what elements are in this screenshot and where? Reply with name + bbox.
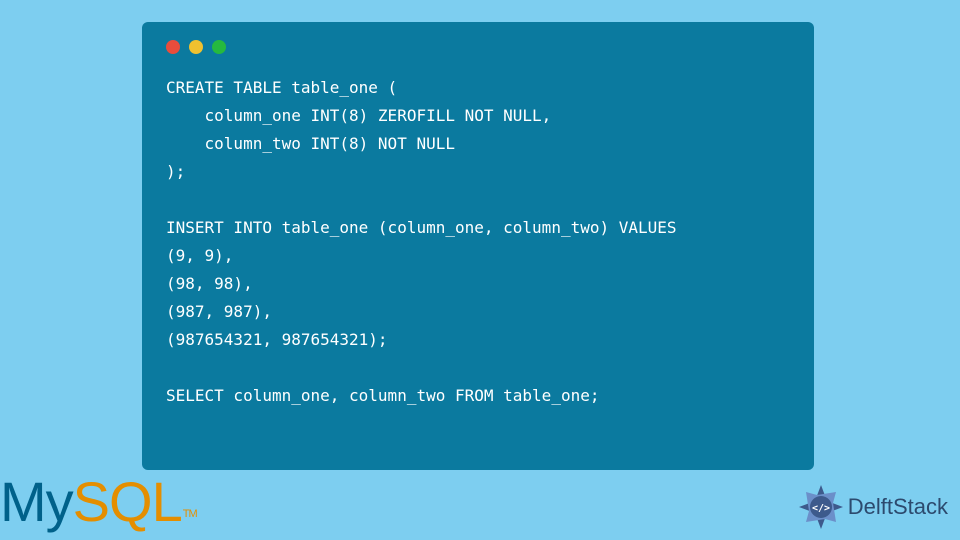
code-content: CREATE TABLE table_one ( column_one INT(… xyxy=(166,74,790,410)
mysql-tm-text: TM xyxy=(183,508,197,520)
delftstack-text: DelftStack xyxy=(848,494,948,520)
close-icon xyxy=(166,40,180,54)
traffic-lights xyxy=(166,40,790,54)
maximize-icon xyxy=(212,40,226,54)
code-window: CREATE TABLE table_one ( column_one INT(… xyxy=(142,22,814,470)
delftstack-icon: </> xyxy=(798,484,844,530)
delftstack-logo: </> DelftStack xyxy=(798,484,948,530)
mysql-logo: My SQL TM xyxy=(0,469,197,534)
minimize-icon xyxy=(189,40,203,54)
mysql-sql-text: SQL xyxy=(73,469,182,534)
svg-text:</>: </> xyxy=(812,503,830,514)
mysql-my-text: My xyxy=(0,469,73,534)
